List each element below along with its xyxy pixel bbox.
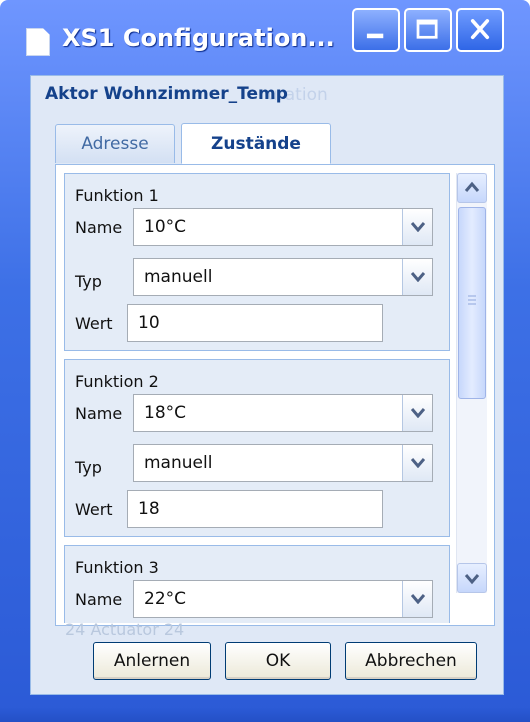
chevron-down-icon — [411, 272, 425, 282]
minimize-icon — [366, 33, 384, 39]
window-title: XS1 Configuration... — [62, 24, 335, 52]
dropdown-trigger[interactable] — [402, 581, 432, 617]
chevron-down-icon — [411, 458, 425, 468]
combo-value: 22°C — [144, 589, 187, 609]
abbrechen-button[interactable]: Abbrechen — [345, 642, 477, 680]
function-2-name-combo[interactable]: 18°C — [133, 394, 433, 432]
input-value: 18 — [138, 499, 160, 519]
scroll-up-button[interactable] — [457, 173, 487, 203]
combo-value: 10°C — [144, 217, 187, 237]
function-3-name-combo[interactable]: 22°C — [133, 580, 433, 618]
scroll-down-button[interactable] — [457, 563, 487, 593]
function-2-fieldset: Funktion 2 Name 18°C Typ manuell Wert 18 — [64, 359, 450, 537]
chevron-down-icon — [464, 574, 480, 585]
dropdown-trigger[interactable] — [402, 209, 432, 245]
input-value: 10 — [138, 313, 160, 333]
name-label: Name — [75, 404, 123, 423]
maximize-button[interactable] — [404, 8, 452, 52]
chevron-up-icon — [464, 181, 480, 192]
functions-scroll-area: Funktion 1 Name 10°C Typ manuell Wert 10… — [64, 173, 450, 623]
tab-panel-zustaende: Funktion 1 Name 10°C Typ manuell Wert 10… — [55, 164, 495, 626]
configuration-window: XS1 Configuration... uration Aktor Wohnz… — [0, 0, 530, 722]
document-icon — [26, 28, 50, 56]
name-label: Name — [75, 590, 123, 609]
wert-label: Wert — [75, 314, 113, 333]
typ-label: Typ — [75, 458, 102, 477]
function-1-wert-input[interactable]: 10 — [127, 304, 383, 342]
function-3-fieldset: Funktion 3 Name 22°C — [64, 545, 450, 623]
window-bottom-border — [0, 708, 530, 722]
combo-value: 18°C — [144, 403, 187, 423]
tab-zustaende[interactable]: Zustände — [181, 123, 331, 164]
vertical-scrollbar[interactable] — [456, 173, 487, 593]
function-2-typ-combo[interactable]: manuell — [133, 444, 433, 482]
chevron-down-icon — [411, 408, 425, 418]
function-2-wert-input[interactable]: 18 — [127, 490, 383, 528]
minimize-button[interactable] — [352, 8, 400, 52]
close-icon — [470, 19, 490, 40]
anlernen-button[interactable]: Anlernen — [93, 642, 211, 680]
wert-label: Wert — [75, 500, 113, 519]
ok-button[interactable]: OK — [225, 642, 331, 680]
dialog-title: Aktor Wohnzimmer_Temp — [45, 84, 288, 104]
function-1-title: Funktion 1 — [75, 186, 159, 205]
function-1-typ-combo[interactable]: manuell — [133, 258, 433, 296]
chevron-down-icon — [411, 222, 425, 232]
close-button[interactable] — [456, 8, 504, 52]
tab-strip: Adresse Zustände — [55, 118, 495, 165]
dropdown-trigger[interactable] — [402, 259, 432, 295]
scrollbar-thumb[interactable] — [458, 207, 486, 399]
function-1-fieldset: Funktion 1 Name 10°C Typ manuell Wert 10 — [64, 173, 450, 351]
tab-adresse[interactable]: Adresse — [55, 124, 175, 163]
function-3-title: Funktion 3 — [75, 558, 159, 577]
title-bar[interactable]: XS1 Configuration... — [0, 0, 530, 78]
typ-label: Typ — [75, 272, 102, 291]
grip-icon — [468, 295, 476, 305]
function-2-title: Funktion 2 — [75, 372, 159, 391]
config-dialog: uration Aktor Wohnzimmer_Temp Adresse Zu… — [30, 75, 504, 695]
combo-value: manuell — [144, 267, 213, 287]
combo-value: manuell — [144, 453, 213, 473]
name-label: Name — [75, 218, 123, 237]
chevron-down-icon — [411, 594, 425, 604]
maximize-icon — [416, 19, 438, 39]
dropdown-trigger[interactable] — [402, 395, 432, 431]
dropdown-trigger[interactable] — [402, 445, 432, 481]
ghost-footer-text: 24 Actuator 24 — [65, 620, 185, 639]
function-1-name-combo[interactable]: 10°C — [133, 208, 433, 246]
